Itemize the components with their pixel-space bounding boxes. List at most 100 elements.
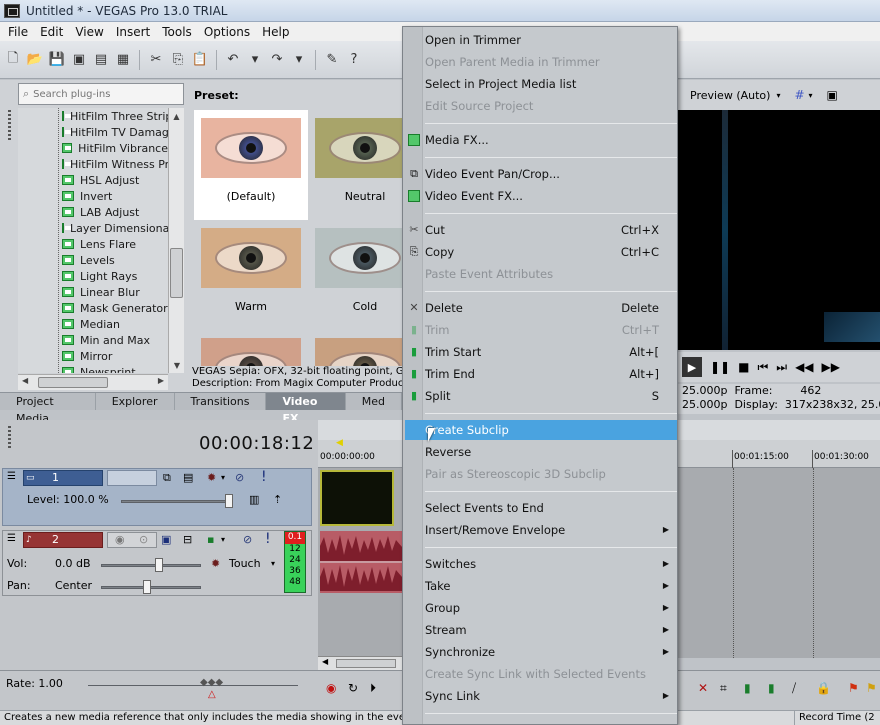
pause-icon[interactable]: ❚❚ [710, 360, 730, 374]
tab-transitions[interactable]: Transitions [175, 393, 267, 410]
video-clip[interactable] [320, 470, 394, 526]
preview-quality-dropdown-icon[interactable]: ▾ [776, 91, 780, 100]
level-slider[interactable] [121, 500, 233, 503]
preset-thumbnail[interactable]: Warm [194, 220, 308, 330]
menu-item-select-events-to-end[interactable]: Select Events to End [405, 498, 677, 518]
automation-mode-dropdown-icon[interactable]: ▾ [271, 559, 275, 568]
plugin-search-input[interactable] [33, 88, 174, 100]
plugin-list-item[interactable]: Newsprint [18, 364, 168, 373]
plugin-list-item[interactable]: Levels [18, 252, 168, 268]
automation-icon[interactable]: ⊟ [183, 533, 192, 546]
cut-icon[interactable]: ✂ [147, 51, 165, 69]
video-track-number[interactable]: ▭ 1 [23, 470, 103, 486]
panel-grip[interactable] [8, 110, 11, 140]
plugin-list-item[interactable]: Light Rays [18, 268, 168, 284]
menu-item-video-event-fx[interactable]: Video Event FX... [405, 186, 677, 206]
plugin-list-item[interactable]: HitFilm TV Damage [18, 124, 168, 140]
menu-item-media-fx[interactable]: Media FX... [405, 130, 677, 150]
volume-slider-knob[interactable] [155, 558, 163, 572]
stop-icon[interactable]: ■ [738, 360, 749, 374]
plugin-search-box[interactable]: ⌕ [18, 83, 184, 105]
scroll-thumb[interactable] [336, 659, 396, 668]
plugin-list-item[interactable]: Invert [18, 188, 168, 204]
timeline-horizontal-scrollbar[interactable]: ◀ [318, 656, 408, 670]
menu-file[interactable]: File [2, 25, 34, 39]
make-compositing-child-icon[interactable]: ⇡ [273, 493, 282, 506]
video-track-header[interactable]: ☰ ▭ 1 ⧉ ▤ ✹ ▾ ⊘ ! Level: 100.0 % ▥ ⇡ [2, 468, 312, 526]
plugin-list-item[interactable]: LAB Adjust [18, 204, 168, 220]
menu-item-open-in-trimmer[interactable]: Open in Trimmer [405, 30, 677, 50]
properties-icon[interactable]: ▦ [114, 51, 132, 69]
plugin-list-item[interactable]: Mask Generator [18, 300, 168, 316]
next-frame-icon[interactable]: ⏭ [776, 360, 787, 375]
play-icon[interactable]: ▶ [682, 357, 702, 377]
menu-item-group[interactable]: Group ▶ [405, 598, 677, 618]
timeline-ruler-right[interactable]: 00:01:15:00 00:01:30:00 [676, 420, 880, 468]
trim-icon[interactable]: ⌗ [720, 681, 727, 696]
trim-end-icon[interactable]: ▮ [768, 681, 775, 695]
menu-item-copy[interactable]: ⎘ Copy Ctrl+C [405, 242, 677, 262]
overlay-dropdown-icon[interactable]: ▾ [809, 91, 813, 100]
scroll-right-icon[interactable]: ▶ [158, 376, 164, 385]
pan-slider[interactable] [101, 586, 201, 589]
menu-item-take[interactable]: Take ▶ [405, 576, 677, 596]
track-fx-dropdown-icon[interactable]: ▾ [221, 473, 225, 482]
trim-start-icon[interactable]: ▮ [744, 681, 751, 695]
scroll-thumb[interactable] [170, 248, 183, 298]
audio-track-header[interactable]: ☰ ♪ 2 ◉ ⊙ ▣ ⊟ ▪ ▾ ⊘ ! Vol: 0.0 dB ✹ Touc… [2, 530, 312, 596]
undo-dropdown-icon[interactable]: ▾ [246, 51, 264, 69]
menu-item-synchronize[interactable]: Synchronize ▶ [405, 642, 677, 662]
mute-icon[interactable]: ⊘ [243, 533, 252, 546]
menu-tools[interactable]: Tools [156, 25, 198, 39]
scroll-thumb[interactable] [38, 377, 108, 388]
loop-playback-icon[interactable]: ↻ [348, 681, 358, 695]
track-fx-icon[interactable]: ▪ [207, 533, 214, 546]
arm-record-icon[interactable]: ◉ [115, 533, 125, 546]
plugin-list-item[interactable]: Median [18, 316, 168, 332]
scroll-left-icon[interactable]: ◀ [322, 657, 328, 666]
automation-mode-icon[interactable]: ✹ [211, 557, 220, 570]
track-fx-icon[interactable]: ✹ [207, 471, 216, 484]
paste-icon[interactable]: 📋 [191, 51, 209, 69]
region-flag-icon[interactable]: ⚑ [866, 681, 877, 695]
menu-view[interactable]: View [69, 25, 109, 39]
menu-item-reverse[interactable]: Reverse [405, 442, 677, 462]
menu-item-split[interactable]: ▮ Split S [405, 386, 677, 406]
split-icon[interactable]: ⧸ [792, 681, 796, 696]
scroll-left-icon[interactable]: ◀ [22, 376, 28, 385]
plugin-list-item[interactable]: HSL Adjust [18, 172, 168, 188]
undo-icon[interactable]: ↶ [224, 51, 242, 69]
plugin-list-item[interactable]: HitFilm Witness Pr [18, 156, 168, 172]
plugin-vertical-scrollbar[interactable]: ▲ ▼ [168, 108, 184, 373]
menu-item-create-subclip[interactable]: Create Subclip [405, 420, 677, 440]
record-icon[interactable]: ◉ [326, 681, 336, 695]
menu-item-video-event-pan-crop[interactable]: ⧉ Video Event Pan/Crop... [405, 164, 677, 184]
menu-edit[interactable]: Edit [34, 25, 69, 39]
redo-dropdown-icon[interactable]: ▾ [290, 51, 308, 69]
plugin-list-item[interactable]: Lens Flare [18, 236, 168, 252]
menu-item-cut[interactable]: ✂ Cut Ctrl+X [405, 220, 677, 240]
compositing-child-icon[interactable]: ▥ [249, 493, 259, 506]
plugin-list-item[interactable]: HitFilm Vibrance [18, 140, 168, 156]
compositing-mode-icon[interactable]: ▤ [183, 471, 193, 484]
audio-clip[interactable] [320, 531, 402, 593]
track-minimize-icon[interactable]: ☰ [7, 533, 16, 544]
solo-icon[interactable]: ! [261, 469, 267, 485]
level-slider-knob[interactable] [225, 494, 233, 508]
pan-slider-knob[interactable] [143, 580, 151, 594]
new-file-icon[interactable]: 🗋 [4, 51, 22, 69]
copy-icon[interactable]: ⎘ [169, 51, 187, 69]
brush-icon[interactable]: ✎ [323, 51, 341, 69]
menu-item-stream[interactable]: Stream ▶ [405, 620, 677, 640]
menu-item-trim-end[interactable]: ▮ Trim End Alt+] [405, 364, 677, 384]
menu-insert[interactable]: Insert [110, 25, 156, 39]
timeline-body-right[interactable] [676, 468, 880, 658]
menu-item-properties[interactable]: Properties... [405, 720, 677, 725]
whats-this-icon[interactable]: ? [345, 51, 363, 69]
menu-item-insert-remove-envelope[interactable]: Insert/Remove Envelope ▶ [405, 520, 677, 540]
tab-explorer[interactable]: Explorer [96, 393, 175, 410]
menu-help[interactable]: Help [256, 25, 295, 39]
fast-forward-icon[interactable]: ▶▶ [822, 360, 840, 374]
previous-frame-icon[interactable]: ⏮ [757, 360, 768, 375]
menu-options[interactable]: Options [198, 25, 256, 39]
